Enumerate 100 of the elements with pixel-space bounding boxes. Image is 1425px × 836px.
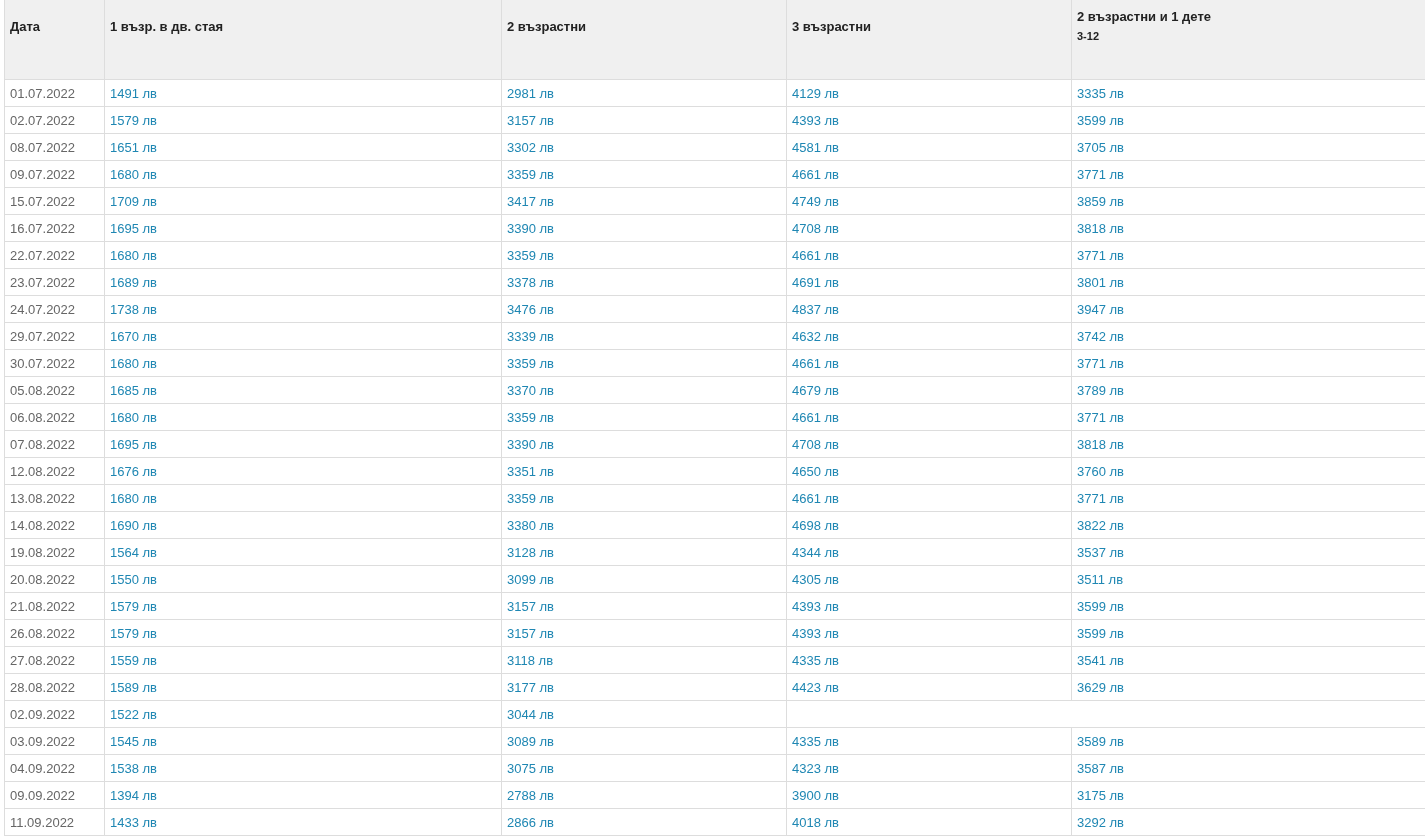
price-link[interactable]: 1433 лв <box>110 814 158 830</box>
price-link[interactable]: 3302 лв <box>507 139 555 155</box>
price-link[interactable]: 1709 лв <box>110 193 158 209</box>
price-link[interactable]: 1695 лв <box>110 436 158 452</box>
price-link[interactable]: 1579 лв <box>110 598 158 614</box>
price-link[interactable]: 3822 лв <box>1077 517 1125 533</box>
price-link[interactable]: 4018 лв <box>792 814 840 830</box>
price-link[interactable]: 3177 лв <box>507 679 555 695</box>
price-link[interactable]: 4393 лв <box>792 625 840 641</box>
price-link[interactable]: 4661 лв <box>792 355 840 371</box>
price-link[interactable]: 3511 лв <box>1077 571 1124 587</box>
price-link[interactable]: 4691 лв <box>792 274 840 290</box>
price-link[interactable]: 4679 лв <box>792 382 840 398</box>
price-link[interactable]: 3417 лв <box>507 193 555 209</box>
price-link[interactable]: 3589 лв <box>1077 733 1125 749</box>
price-link[interactable]: 3359 лв <box>507 355 555 371</box>
price-link[interactable]: 3044 лв <box>507 706 555 722</box>
price-link[interactable]: 3157 лв <box>507 625 555 641</box>
price-link[interactable]: 3339 лв <box>507 328 555 344</box>
price-link[interactable]: 3771 лв <box>1077 409 1125 425</box>
price-link[interactable]: 1651 лв <box>110 139 158 155</box>
price-link[interactable]: 3742 лв <box>1077 328 1125 344</box>
price-link[interactable]: 4661 лв <box>792 247 840 263</box>
price-link[interactable]: 3541 лв <box>1077 652 1125 668</box>
price-link[interactable]: 3476 лв <box>507 301 555 317</box>
price-link[interactable]: 3771 лв <box>1077 166 1125 182</box>
price-link[interactable]: 3760 лв <box>1077 463 1125 479</box>
price-link[interactable]: 2866 лв <box>507 814 555 830</box>
price-link[interactable]: 3587 лв <box>1077 760 1125 776</box>
price-link[interactable]: 1738 лв <box>110 301 158 317</box>
price-link[interactable]: 3335 лв <box>1077 85 1125 101</box>
price-link[interactable]: 1559 лв <box>110 652 158 668</box>
price-link[interactable]: 4344 лв <box>792 544 840 560</box>
price-link[interactable]: 1579 лв <box>110 112 158 128</box>
price-link[interactable]: 3089 лв <box>507 733 555 749</box>
price-link[interactable]: 3859 лв <box>1077 193 1125 209</box>
price-link[interactable]: 3771 лв <box>1077 247 1125 263</box>
price-link[interactable]: 1589 лв <box>110 679 158 695</box>
price-link[interactable]: 3157 лв <box>507 598 555 614</box>
price-link[interactable]: 1680 лв <box>110 490 158 506</box>
price-link[interactable]: 4632 лв <box>792 328 840 344</box>
price-link[interactable]: 3390 лв <box>507 436 555 452</box>
price-link[interactable]: 3157 лв <box>507 112 555 128</box>
price-link[interactable]: 1538 лв <box>110 760 158 776</box>
price-link[interactable]: 3359 лв <box>507 247 555 263</box>
price-link[interactable]: 3075 лв <box>507 760 555 776</box>
price-link[interactable]: 3537 лв <box>1077 544 1125 560</box>
price-link[interactable]: 3128 лв <box>507 544 555 560</box>
price-link[interactable]: 3175 лв <box>1077 787 1125 803</box>
price-link[interactable]: 3599 лв <box>1077 625 1125 641</box>
price-link[interactable]: 3818 лв <box>1077 436 1125 452</box>
price-link[interactable]: 3359 лв <box>507 490 555 506</box>
price-link[interactable]: 3359 лв <box>507 166 555 182</box>
price-link[interactable]: 3359 лв <box>507 409 555 425</box>
price-link[interactable]: 4423 лв <box>792 679 840 695</box>
price-link[interactable]: 4393 лв <box>792 598 840 614</box>
price-link[interactable]: 4581 лв <box>792 139 840 155</box>
price-link[interactable]: 1685 лв <box>110 382 158 398</box>
price-link[interactable]: 3629 лв <box>1077 679 1125 695</box>
price-link[interactable]: 1522 лв <box>110 706 158 722</box>
price-link[interactable]: 4650 лв <box>792 463 840 479</box>
price-link[interactable]: 3947 лв <box>1077 301 1125 317</box>
price-link[interactable]: 3900 лв <box>792 787 840 803</box>
price-link[interactable]: 1680 лв <box>110 409 158 425</box>
price-link[interactable]: 1545 лв <box>110 733 158 749</box>
price-link[interactable]: 4661 лв <box>792 409 840 425</box>
price-link[interactable]: 3771 лв <box>1077 490 1125 506</box>
price-link[interactable]: 1670 лв <box>110 328 158 344</box>
price-link[interactable]: 1550 лв <box>110 571 158 587</box>
price-link[interactable]: 4708 лв <box>792 220 840 236</box>
price-link[interactable]: 3771 лв <box>1077 355 1125 371</box>
price-link[interactable]: 3351 лв <box>507 463 555 479</box>
price-link[interactable]: 1394 лв <box>110 787 158 803</box>
price-link[interactable]: 1491 лв <box>110 85 158 101</box>
price-link[interactable]: 1680 лв <box>110 166 158 182</box>
price-link[interactable]: 2981 лв <box>507 85 555 101</box>
price-link[interactable]: 4305 лв <box>792 571 840 587</box>
price-link[interactable]: 3390 лв <box>507 220 555 236</box>
price-link[interactable]: 3599 лв <box>1077 598 1125 614</box>
price-link[interactable]: 4698 лв <box>792 517 840 533</box>
price-link[interactable]: 4661 лв <box>792 166 840 182</box>
price-link[interactable]: 4749 лв <box>792 193 840 209</box>
price-link[interactable]: 4335 лв <box>792 652 840 668</box>
price-link[interactable]: 4393 лв <box>792 112 840 128</box>
price-link[interactable]: 3818 лв <box>1077 220 1125 236</box>
price-link[interactable]: 1689 лв <box>110 274 158 290</box>
price-link[interactable]: 3099 лв <box>507 571 555 587</box>
price-link[interactable]: 3789 лв <box>1077 382 1125 398</box>
price-link[interactable]: 4129 лв <box>792 85 840 101</box>
price-link[interactable]: 1564 лв <box>110 544 158 560</box>
price-link[interactable]: 3378 лв <box>507 274 555 290</box>
price-link[interactable]: 3801 лв <box>1077 274 1125 290</box>
price-link[interactable]: 4335 лв <box>792 733 840 749</box>
price-link[interactable]: 1680 лв <box>110 355 158 371</box>
price-link[interactable]: 3380 лв <box>507 517 555 533</box>
price-link[interactable]: 3599 лв <box>1077 112 1125 128</box>
price-link[interactable]: 4837 лв <box>792 301 840 317</box>
price-link[interactable]: 3705 лв <box>1077 139 1125 155</box>
price-link[interactable]: 4708 лв <box>792 436 840 452</box>
price-link[interactable]: 2788 лв <box>507 787 555 803</box>
